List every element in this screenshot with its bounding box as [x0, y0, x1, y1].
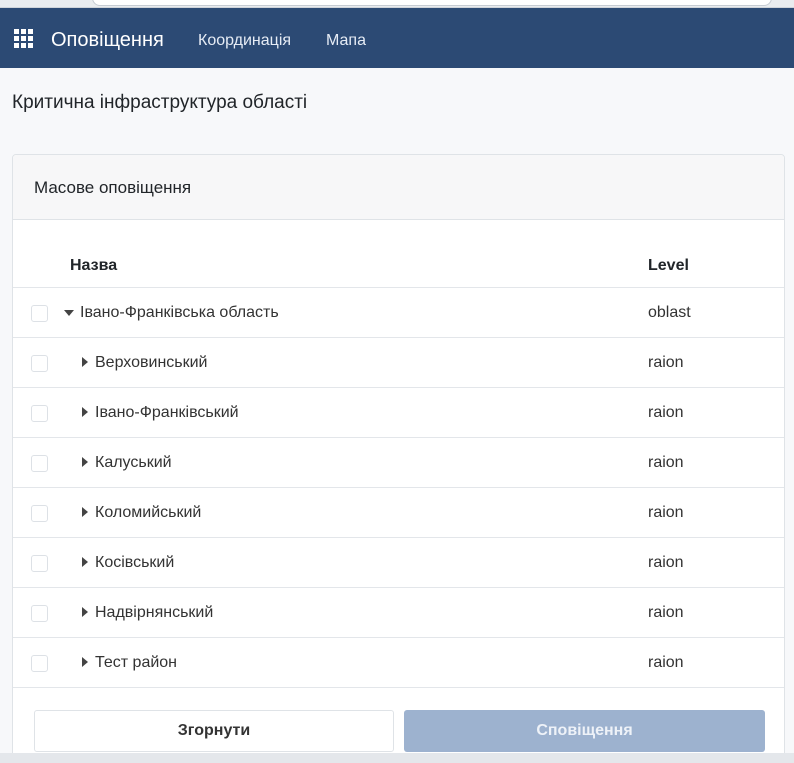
nav-coordination[interactable]: Координація [198, 31, 291, 51]
row-level: oblast [648, 304, 691, 321]
row-level: raion [648, 604, 684, 621]
table-header: Назва Level [13, 221, 784, 288]
row-level: raion [648, 554, 684, 571]
column-header-level[interactable]: Level [648, 257, 689, 275]
mass-notification-card: Масове оповіщення Назва Level Івано-Фран… [12, 154, 785, 763]
caret-down-icon[interactable] [64, 310, 74, 316]
row-name: Косівський [95, 554, 175, 571]
browser-tab [92, 0, 772, 6]
row-name: Коломийський [95, 504, 202, 521]
notify-button[interactable]: Сповіщення [404, 710, 765, 752]
browser-top-edge [0, 0, 794, 8]
row-checkbox[interactable] [31, 405, 48, 422]
caret-right-icon[interactable] [82, 457, 88, 467]
table-row[interactable]: Косівський raion [13, 538, 784, 588]
top-navbar: Оповіщення Координація Мапа [0, 8, 794, 68]
table-row[interactable]: Івано-Франківський raion [13, 388, 784, 438]
row-checkbox[interactable] [31, 655, 48, 672]
row-name: Калуський [95, 454, 172, 471]
table-row[interactable]: Надвірнянський raion [13, 588, 784, 638]
row-checkbox[interactable] [31, 455, 48, 472]
row-level: raion [648, 504, 684, 521]
table-row[interactable]: Івано-Франківська область oblast [13, 288, 784, 338]
row-checkbox[interactable] [31, 355, 48, 372]
table-row[interactable]: Коломийський raion [13, 488, 784, 538]
table-row[interactable]: Калуський raion [13, 438, 784, 488]
caret-right-icon[interactable] [82, 507, 88, 517]
row-name: Надвірнянський [95, 604, 214, 621]
row-name: Тест район [95, 654, 178, 671]
caret-right-icon[interactable] [82, 657, 88, 667]
row-name: Івано-Франківська область [80, 304, 279, 321]
row-level: raion [648, 354, 684, 371]
table-row[interactable]: Тест район raion [13, 638, 784, 688]
row-level: raion [648, 454, 684, 471]
grid-icon[interactable] [14, 29, 34, 49]
caret-right-icon[interactable] [82, 607, 88, 617]
row-name: Верховинський [95, 354, 208, 371]
row-name: Івано-Франківський [95, 404, 239, 421]
table-row[interactable]: Верховинський raion [13, 338, 784, 388]
card-footer: Згорнути Сповіщення [13, 708, 784, 752]
row-checkbox[interactable] [31, 555, 48, 572]
collapse-button[interactable]: Згорнути [34, 710, 394, 752]
row-level: raion [648, 404, 684, 421]
caret-right-icon[interactable] [82, 557, 88, 567]
row-level: raion [648, 654, 684, 671]
app-title[interactable]: Оповіщення [51, 28, 164, 52]
window-bottom-edge [0, 753, 794, 763]
card-header: Масове оповіщення [13, 155, 784, 220]
caret-right-icon[interactable] [82, 357, 88, 367]
row-checkbox[interactable] [31, 505, 48, 522]
card-title: Масове оповіщення [34, 178, 192, 197]
column-header-name[interactable]: Назва [70, 257, 117, 275]
nav-map[interactable]: Мапа [326, 31, 366, 51]
row-checkbox[interactable] [31, 605, 48, 622]
row-checkbox[interactable] [31, 305, 48, 322]
caret-right-icon[interactable] [82, 407, 88, 417]
page-title: Критична інфраструктура області [12, 92, 308, 113]
